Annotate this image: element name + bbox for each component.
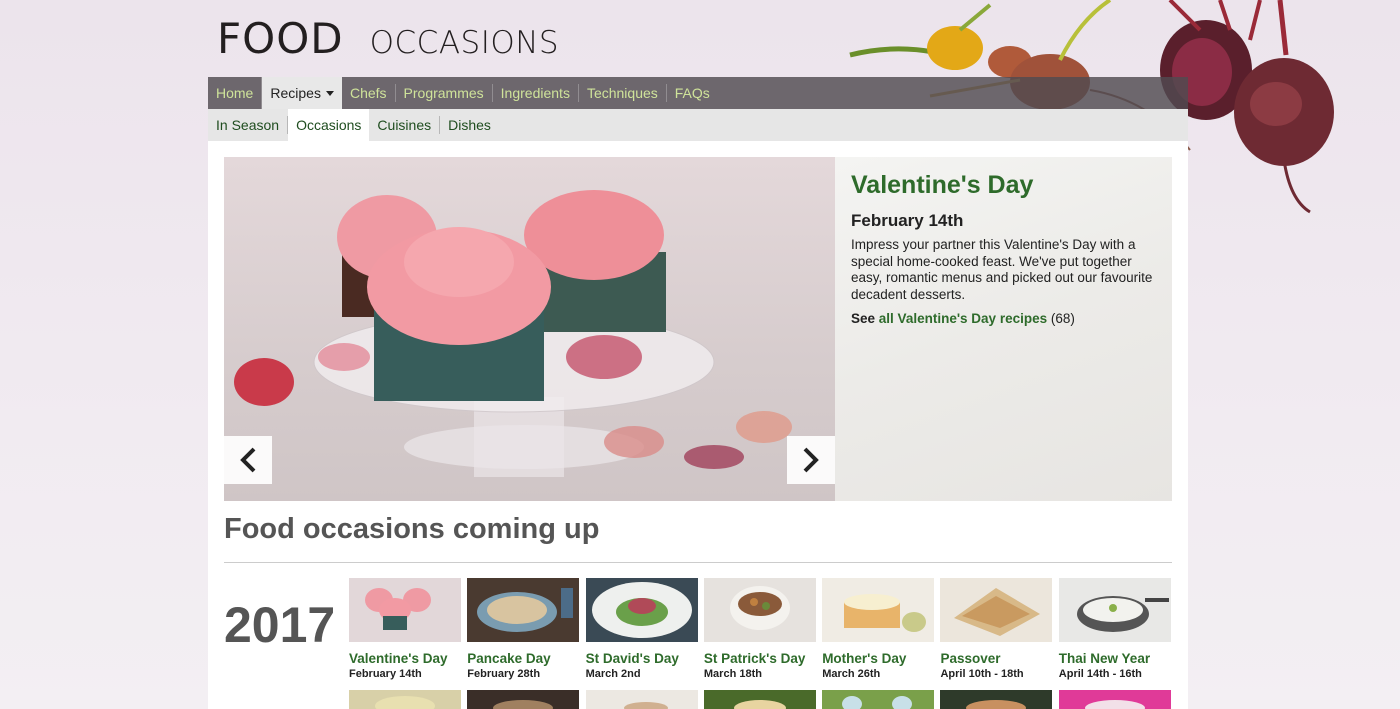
site-header: FOOD OCCASIONS xyxy=(208,0,1188,77)
occasion-thumbnail[interactable] xyxy=(1058,578,1171,642)
site-logo[interactable]: FOOD OCCASIONS xyxy=(217,14,559,63)
nav-home[interactable]: Home xyxy=(208,77,263,109)
occasion-card[interactable]: Thai New Year April 14th - 16th xyxy=(1058,578,1171,680)
hero-description: Impress your partner this Valentine's Da… xyxy=(851,237,1153,302)
sub-nav: In Season Occasions Cuisines Dishes xyxy=(208,109,1188,141)
occasion-name[interactable]: Pancake Day xyxy=(467,651,579,666)
hero-image-cupcakes[interactable] xyxy=(224,157,835,501)
occasion-name[interactable]: St Patrick's Day xyxy=(704,651,816,666)
chevron-left-icon xyxy=(240,447,256,473)
occasion-thumbnail[interactable] xyxy=(940,578,1053,642)
see-prefix: See xyxy=(851,311,876,326)
occasion-thumbnail[interactable] xyxy=(703,690,816,709)
caret-down-icon xyxy=(325,90,334,96)
occasion-name[interactable]: Thai New Year xyxy=(1059,651,1171,666)
logo-word-occasions: OCCASIONS xyxy=(369,25,560,61)
coming-up-heading: Food occasions coming up xyxy=(224,513,600,545)
occasion-thumbnail[interactable] xyxy=(703,578,816,642)
occasion-name[interactable]: Passover xyxy=(940,651,1052,666)
occasion-thumbnail[interactable] xyxy=(349,578,461,642)
subnav-occasions[interactable]: Occasions xyxy=(288,109,370,141)
occasion-date: April 10th - 18th xyxy=(940,668,1024,680)
nav-faqs[interactable]: FAQs xyxy=(667,84,718,102)
occasion-thumbnail[interactable] xyxy=(467,578,580,642)
occasion-thumbnail[interactable] xyxy=(1058,690,1171,709)
section-divider xyxy=(224,562,1172,563)
subnav-in-season[interactable]: In Season xyxy=(208,116,289,134)
occasions-list-row-2 xyxy=(349,690,1177,709)
hero-title[interactable]: Valentine's Day xyxy=(851,171,1156,200)
hero-date: February 14th xyxy=(851,211,964,230)
occasion-card[interactable]: St David's Day March 2nd xyxy=(585,578,698,680)
nav-programmes[interactable]: Programmes xyxy=(396,84,493,102)
occasion-thumbnail[interactable] xyxy=(585,690,698,709)
occasion-thumbnail[interactable] xyxy=(349,690,461,709)
occasion-thumbnail[interactable] xyxy=(467,690,580,709)
subnav-cuisines[interactable]: Cuisines xyxy=(369,116,441,134)
occasion-date: March 26th xyxy=(822,668,881,680)
main-content: Valentine's Day February 14th Impress yo… xyxy=(208,141,1188,709)
occasion-thumbnail[interactable] xyxy=(940,690,1053,709)
occasion-name[interactable]: St David's Day xyxy=(586,651,698,666)
occasion-date: March 18th xyxy=(703,668,762,680)
occasion-card[interactable]: Pancake Day February 28th xyxy=(467,578,580,680)
occasion-date: February 28th xyxy=(467,668,541,680)
nav-ingredients[interactable]: Ingredients xyxy=(493,84,579,102)
occasion-thumbnail[interactable] xyxy=(822,578,935,642)
carousel-prev-button[interactable] xyxy=(224,436,272,484)
chevron-right-icon xyxy=(803,447,819,473)
hero-info-panel: Valentine's Day February 14th Impress yo… xyxy=(835,157,1172,501)
occasion-date: April 14th - 16th xyxy=(1058,668,1142,680)
occasion-card[interactable]: St Patrick's Day March 18th xyxy=(703,578,816,680)
subnav-dishes[interactable]: Dishes xyxy=(440,116,499,134)
occasion-date: March 2nd xyxy=(585,668,641,680)
hero-see-all: See all Valentine's Day recipes (68) xyxy=(851,311,1156,326)
occasion-date: February 14th xyxy=(349,668,422,680)
nav-chefs[interactable]: Chefs xyxy=(342,84,396,102)
hero-carousel: Valentine's Day February 14th Impress yo… xyxy=(224,157,1172,501)
occasion-thumbnail[interactable] xyxy=(822,690,935,709)
recipe-count: (68) xyxy=(1050,311,1075,326)
occasion-thumbnail[interactable] xyxy=(585,578,698,642)
carousel-next-button[interactable] xyxy=(787,436,835,484)
occasion-name[interactable]: Mother's Day xyxy=(822,651,934,666)
occasion-card[interactable]: Passover April 10th - 18th xyxy=(940,578,1053,680)
logo-word-food: FOOD xyxy=(217,14,344,63)
nav-recipes-label: Recipes xyxy=(270,85,321,101)
main-nav: Home Recipes Chefs Programmes Ingredient… xyxy=(208,77,1188,109)
occasion-card[interactable]: Valentine's Day February 14th xyxy=(349,578,461,680)
year-label: 2017 xyxy=(224,597,336,653)
see-all-recipes-link[interactable]: all Valentine's Day recipes xyxy=(879,311,1047,326)
occasion-name[interactable]: Valentine's Day xyxy=(349,651,461,666)
nav-techniques[interactable]: Techniques xyxy=(579,84,667,102)
occasion-card[interactable]: Mother's Day March 26th xyxy=(822,578,935,680)
occasions-list: Valentine's Day February 14th Pancake Da… xyxy=(349,578,1177,680)
nav-recipes[interactable]: Recipes xyxy=(262,77,342,109)
